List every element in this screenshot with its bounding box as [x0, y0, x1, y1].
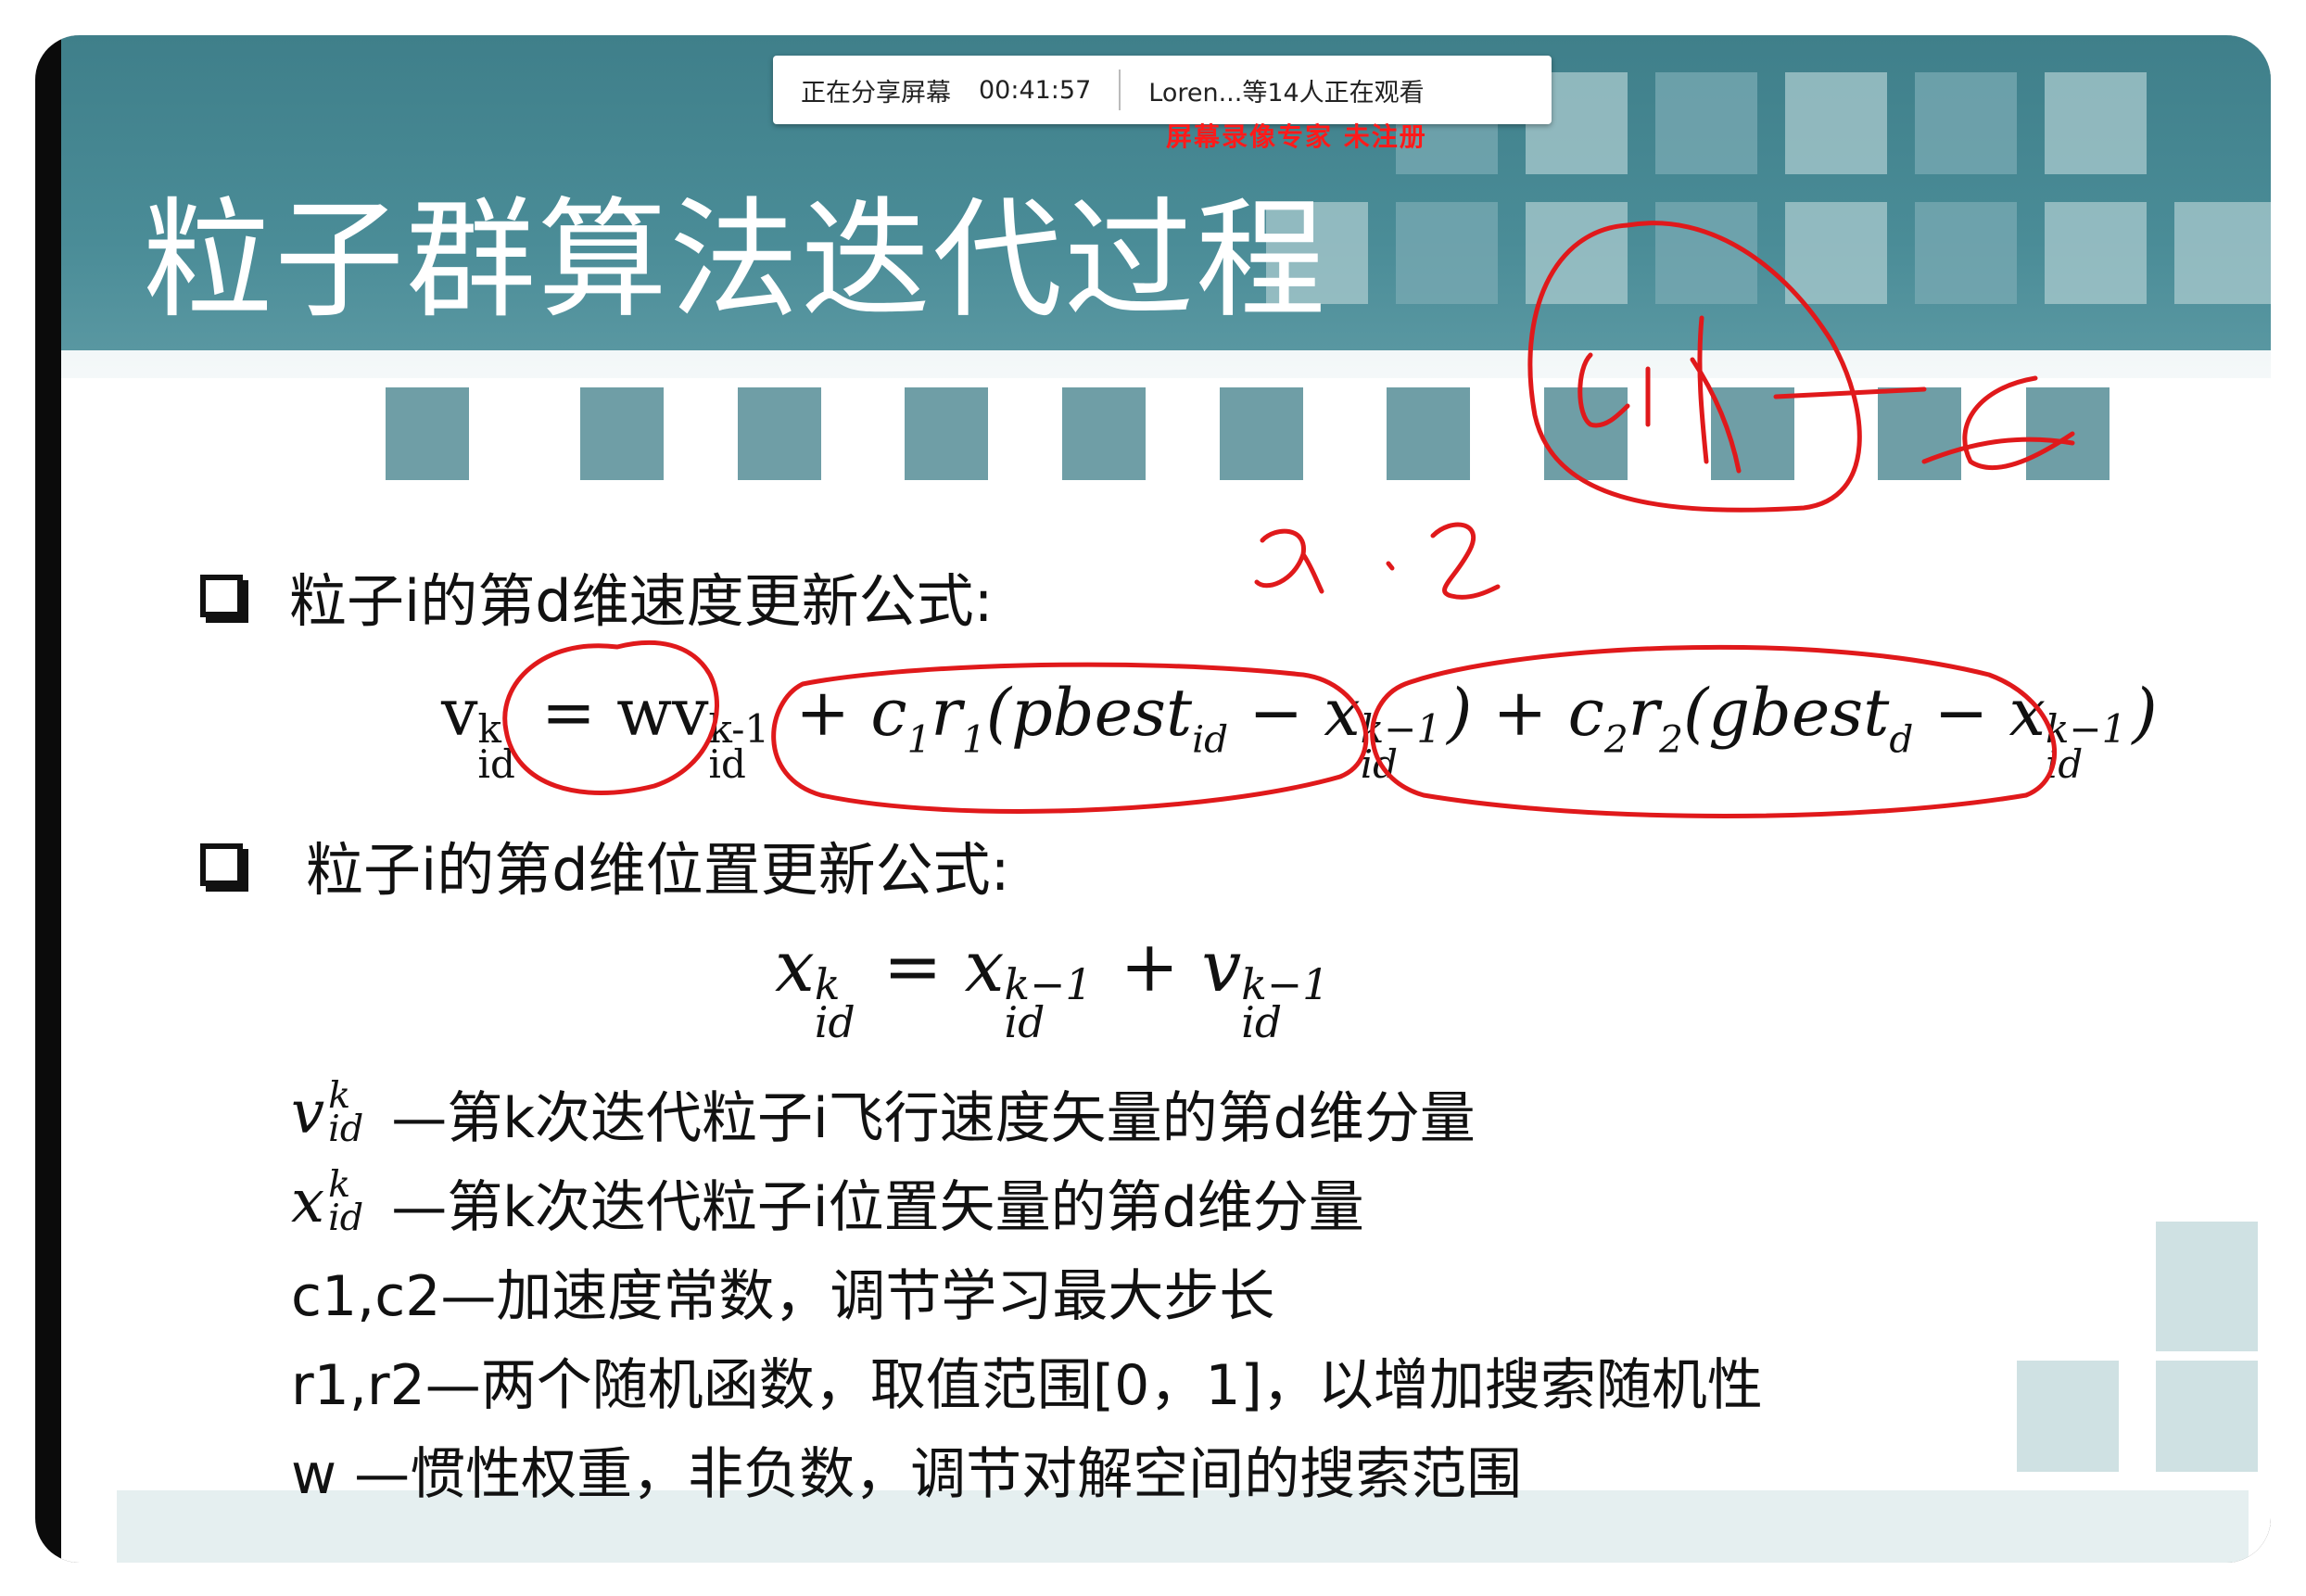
annotation-stroke [1697, 315, 1709, 464]
share-timer: 00:41:57 [979, 75, 1092, 105]
annotation-stroke [1254, 528, 1324, 594]
recorder-watermark: 屏幕录像专家 未注册 [1166, 121, 1427, 152]
annotation-circle-c2 [1370, 644, 2058, 818]
annotation-stroke [1921, 437, 2075, 464]
annotation-stroke [1577, 352, 1630, 428]
annotation-circle-c1 [771, 662, 1369, 814]
annotation-circle-w [502, 640, 719, 795]
window-frame: 粒子群算法迭代过程 粒子i的第d维速度更新公式: v k id = wv k-1 id … [35, 35, 2271, 1563]
annotation-stroke [1386, 561, 1395, 571]
share-viewers[interactable]: Loren...等14人正在观看 [1121, 72, 1451, 108]
annotation-stroke [1962, 375, 2075, 471]
screen-share-bar[interactable]: 正在分享屏幕 00:41:57 Loren...等14人正在观看 [773, 56, 1552, 124]
pen-annotations [502, 221, 2075, 818]
slide: 粒子群算法迭代过程 粒子i的第d维速度更新公式: v k id = wv k-1 id … [61, 35, 2271, 1563]
annotation-stroke [1430, 522, 1501, 600]
share-status: 正在分享屏幕 [801, 78, 951, 108]
